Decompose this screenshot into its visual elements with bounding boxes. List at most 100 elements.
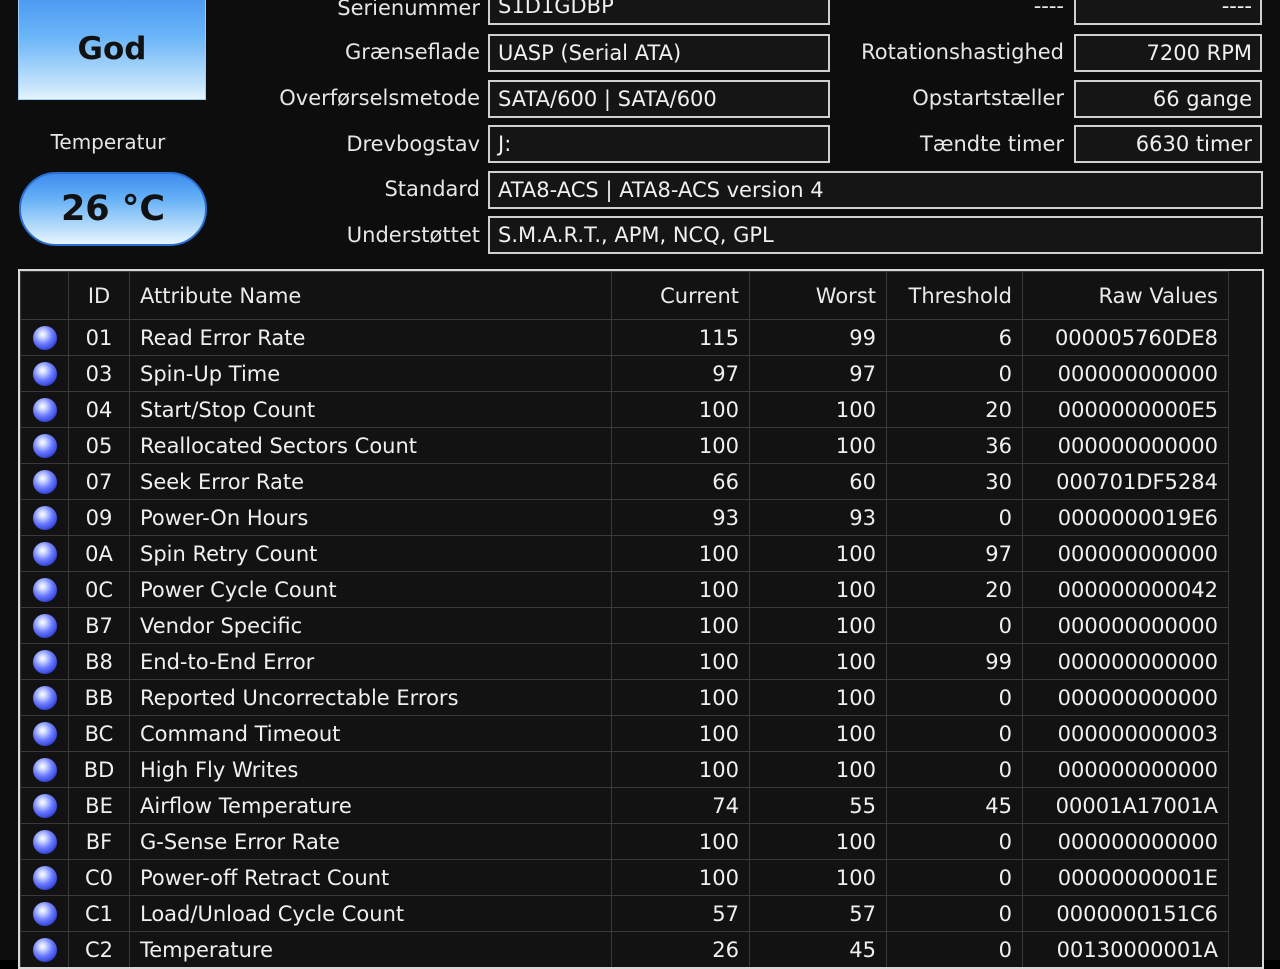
attribute-name-cell: Seek Error Rate <box>129 463 612 500</box>
id-cell: 05 <box>68 427 130 464</box>
attribute-name-cell: Read Error Rate <box>129 319 612 356</box>
worst-cell: 100 <box>749 427 887 464</box>
id-cell: 0A <box>68 535 130 572</box>
blue-status-dot-icon <box>32 614 57 638</box>
threshold-cell: 36 <box>886 427 1023 464</box>
serial-number-field: S1D1GDBP <box>488 0 830 25</box>
current-cell: 100 <box>611 607 750 644</box>
standard-label: Standard <box>384 177 480 201</box>
current-cell: 97 <box>611 355 750 392</box>
raw-values-cell: 0000000019E6 <box>1022 499 1229 536</box>
attribute-name-cell: Power-On Hours <box>129 499 612 536</box>
id-cell: 09 <box>68 499 130 536</box>
current-cell: 115 <box>611 319 750 356</box>
table-row[interactable]: BF G-Sense Error Rate 100 100 0 000000000000 <box>20 823 1229 860</box>
health-status-indicator[interactable]: God <box>18 0 206 100</box>
status-cell <box>20 607 69 644</box>
raw-values-cell: 000005760DE8 <box>1022 319 1229 356</box>
table-row[interactable]: C2 Temperature 26 45 0 00130000001A <box>20 931 1229 967</box>
status-cell <box>20 427 69 464</box>
table-row[interactable]: C1 Load/Unload Cycle Count 57 57 0 0000000151… <box>20 895 1229 932</box>
threshold-cell: 45 <box>886 787 1023 824</box>
column-header-threshold[interactable]: Threshold <box>886 271 1023 320</box>
worst-cell: 100 <box>749 823 887 860</box>
id-cell: C0 <box>68 859 130 896</box>
threshold-cell: 0 <box>886 607 1023 644</box>
blue-status-dot-icon <box>32 722 57 746</box>
worst-cell: 100 <box>749 391 887 428</box>
table-row[interactable]: 0A Spin Retry Count 100 100 97 000000000000 <box>20 535 1229 572</box>
table-row[interactable]: 01 Read Error Rate 115 99 6 000005760DE8 <box>20 319 1229 356</box>
attribute-name-cell: End-to-End Error <box>129 643 612 680</box>
id-cell: C1 <box>68 895 130 932</box>
worst-cell: 100 <box>749 571 887 608</box>
threshold-cell: 0 <box>886 823 1023 860</box>
column-header-id[interactable]: ID <box>68 271 130 320</box>
status-cell <box>20 355 69 392</box>
raw-values-cell: 00130000001A <box>1022 931 1229 967</box>
worst-cell: 45 <box>749 931 887 967</box>
table-row[interactable]: C0 Power-off Retract Count 100 100 0 00000000… <box>20 859 1229 896</box>
attribute-name-cell: Command Timeout <box>129 715 612 752</box>
smart-table-body: 01 Read Error Rate 115 99 6 000005760DE8 03 Spi… <box>20 319 1229 967</box>
firmware-field: ---- <box>1074 0 1262 25</box>
worst-cell: 100 <box>749 535 887 572</box>
id-cell: BE <box>68 787 130 824</box>
attribute-name-cell: High Fly Writes <box>129 751 612 788</box>
smart-attributes-table: ID Attribute Name Current Worst Threshol… <box>20 271 1229 967</box>
worst-cell: 93 <box>749 499 887 536</box>
power-on-hours-field: 6630 timer <box>1074 125 1262 163</box>
worst-cell: 57 <box>749 895 887 932</box>
column-header-raw-values[interactable]: Raw Values <box>1022 271 1229 320</box>
id-cell: B7 <box>68 607 130 644</box>
status-cell <box>20 463 69 500</box>
id-cell: 07 <box>68 463 130 500</box>
status-cell <box>20 391 69 428</box>
current-cell: 66 <box>611 463 750 500</box>
raw-values-cell: 000000000000 <box>1022 751 1229 788</box>
temperature-label: Temperatur <box>50 130 166 154</box>
status-cell <box>20 751 69 788</box>
table-row[interactable]: 03 Spin-Up Time 97 97 0 000000000000 <box>20 355 1229 392</box>
table-row[interactable]: 05 Reallocated Sectors Count 100 100 36 00000… <box>20 427 1229 464</box>
attribute-name-cell: Vendor Specific <box>129 607 612 644</box>
id-cell: 04 <box>68 391 130 428</box>
blue-status-dot-icon <box>32 758 57 782</box>
table-row[interactable]: 07 Seek Error Rate 66 60 30 000701DF5284 <box>20 463 1229 500</box>
raw-values-cell: 0000000000E5 <box>1022 391 1229 428</box>
id-cell: BD <box>68 751 130 788</box>
blue-status-dot-icon <box>32 686 57 710</box>
attribute-name-cell: Power Cycle Count <box>129 571 612 608</box>
table-row[interactable]: BC Command Timeout 100 100 0 000000000003 <box>20 715 1229 752</box>
smart-attributes-panel[interactable]: ID Attribute Name Current Worst Threshol… <box>18 269 1264 969</box>
table-row[interactable]: BB Reported Uncorrectable Errors 100 100 0 00… <box>20 679 1229 716</box>
table-row[interactable]: BE Airflow Temperature 74 55 45 00001A17001A <box>20 787 1229 824</box>
column-header-attribute-name[interactable]: Attribute Name <box>129 271 612 320</box>
column-header-status[interactable] <box>20 271 69 320</box>
table-row[interactable]: 09 Power-On Hours 93 93 0 0000000019E6 <box>20 499 1229 536</box>
status-cell <box>20 787 69 824</box>
table-row[interactable]: 04 Start/Stop Count 100 100 20 0000000000E5 <box>20 391 1229 428</box>
power-on-count-field: 66 gange <box>1074 80 1262 118</box>
current-cell: 100 <box>611 859 750 896</box>
drive-letter-field: J: <box>488 125 830 163</box>
blue-status-dot-icon <box>32 938 57 962</box>
temperature-value: 26 °C <box>60 189 166 229</box>
threshold-cell: 20 <box>886 391 1023 428</box>
status-cell <box>20 931 69 967</box>
status-cell <box>20 715 69 752</box>
status-cell <box>20 319 69 356</box>
table-row[interactable]: BD High Fly Writes 100 100 0 000000000000 <box>20 751 1229 788</box>
interface-field: UASP (Serial ATA) <box>488 34 830 72</box>
table-row[interactable]: B7 Vendor Specific 100 100 0 000000000000 <box>20 607 1229 644</box>
column-header-current[interactable]: Current <box>611 271 750 320</box>
id-cell: 03 <box>68 355 130 392</box>
features-field: S.M.A.R.T., APM, NCQ, GPL <box>488 216 1263 254</box>
threshold-cell: 0 <box>886 679 1023 716</box>
attribute-name-cell: Reallocated Sectors Count <box>129 427 612 464</box>
column-header-worst[interactable]: Worst <box>749 271 887 320</box>
table-row[interactable]: B8 End-to-End Error 100 100 99 000000000000 <box>20 643 1229 680</box>
table-row[interactable]: 0C Power Cycle Count 100 100 20 000000000042 <box>20 571 1229 608</box>
temperature-indicator[interactable]: 26 °C <box>19 172 207 246</box>
worst-cell: 100 <box>749 679 887 716</box>
